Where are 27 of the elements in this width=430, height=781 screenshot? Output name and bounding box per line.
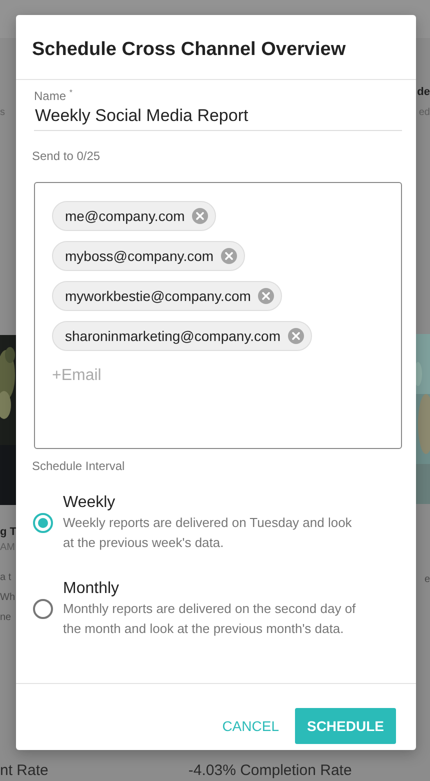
option-title: Monthly: [63, 579, 120, 599]
radio-button[interactable]: [33, 513, 53, 533]
radio-button[interactable]: [33, 599, 53, 619]
text-fragment: de: [417, 86, 430, 98]
field-label: Name $^{*}$: [34, 88, 74, 103]
text-fragment: ne: [0, 612, 12, 624]
text-fragment: Wh: [0, 592, 16, 604]
text-fragment: e: [424, 574, 430, 586]
text-fragment: a t: [0, 572, 12, 584]
email-field[interactable]: me@company.com myboss@company.com myworkbestie@company.com sharoninmarketing@company.com +Email: [34, 182, 402, 449]
stat-label: -4.03% Completion Rate: [188, 762, 352, 778]
field-label: Schedule Interval: [32, 459, 126, 473]
dialog-title: Schedule Cross Channel Overview: [32, 38, 347, 62]
remove-icon[interactable]: [192, 208, 208, 224]
remove-icon[interactable]: [288, 328, 304, 344]
text-fragment: g T: [0, 526, 16, 538]
option-title: Weekly: [63, 493, 116, 513]
email-chip[interactable]: sharoninmarketing@company.com: [52, 321, 312, 351]
email-chip[interactable]: myworkbestie@company.com: [52, 281, 282, 311]
email-chip[interactable]: myboss@company.com: [52, 241, 245, 271]
option-description: Weekly reports are delivered on Tuesday and look at the previous week's data.: [63, 514, 353, 552]
stat-label: nt Rate: [0, 762, 48, 778]
remove-icon[interactable]: [220, 248, 237, 264]
field-label: Send to 0/25: [32, 149, 102, 163]
option-description: Monthly reports are delivered on the second day of the month and look at the previous month's data.: [63, 600, 357, 638]
email-chip[interactable]: me@company.com: [52, 201, 216, 231]
remove-icon[interactable]: [258, 288, 274, 304]
